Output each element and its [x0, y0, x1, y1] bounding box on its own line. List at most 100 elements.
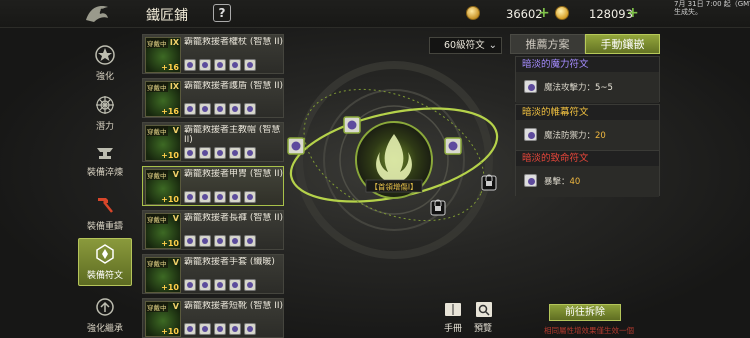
- equipped-tag: 穿戴中: [146, 170, 168, 180]
- sidebar-item-rune[interactable]: 裝備符文: [78, 238, 132, 286]
- sidebar-item-inherit[interactable]: 強化繼承: [78, 296, 132, 338]
- list-item[interactable]: 穿戴中 IX +16 霸籠救援者護盾 (智慧 II): [142, 78, 284, 118]
- rune-card-veil[interactable]: 暗淡的帷幕符文 魔法防禦力：20: [515, 104, 660, 151]
- rune-slot: [199, 279, 211, 291]
- enhance-level: +10: [161, 327, 179, 336]
- equipment-name: 霸籠救援者權杖 (智慧 II): [184, 37, 284, 47]
- list-item[interactable]: 穿戴中 V +10 霸籠救援者短靴 (智慧 II): [142, 298, 284, 338]
- equipment-name: 霸籠救援者護盾 (智慧 II): [184, 81, 284, 91]
- list-item[interactable]: 穿戴中 IX +16 霸籠救援者權杖 (智慧 II): [142, 34, 284, 74]
- equipment-thumbnail: 穿戴中 IX +16: [145, 37, 181, 73]
- equipped-tag: 穿戴中: [146, 38, 168, 48]
- rune-slot: [184, 59, 196, 71]
- sidebar-item-reforge[interactable]: 裝備重鑄: [78, 194, 132, 238]
- rune-slot: [199, 59, 211, 71]
- top-bar: 鐵匠鋪 ? 36602 + 128093 + 7月 31日 7:00 起（GMT…: [0, 0, 750, 28]
- equipment-name: 霸籠救援者長褲 (智慧 II): [184, 213, 284, 223]
- equipment-thumbnail: 穿戴中 V +10: [145, 257, 181, 293]
- add-gem-button[interactable]: +: [627, 6, 639, 20]
- rune-slot: [229, 323, 241, 335]
- rune-slot: [229, 59, 241, 71]
- tier-badge: V: [172, 170, 179, 179]
- rune-body: 魔法攻擊力：5~5: [516, 72, 659, 103]
- inherit-icon: [96, 298, 114, 316]
- rune-slots: [184, 103, 256, 116]
- rune-slot: [199, 191, 211, 203]
- rune-slot: [184, 103, 196, 115]
- rune-slot: [214, 235, 226, 247]
- rune-slot: [229, 235, 241, 247]
- rune-slot: [214, 103, 226, 115]
- sidebar-item-enhance[interactable]: 強化: [78, 44, 132, 88]
- tab-recommended[interactable]: 推薦方案: [510, 34, 585, 54]
- tier-badge: V: [172, 126, 179, 135]
- sidebar-item-label: 強化繼承: [86, 324, 123, 334]
- rune-slot: [184, 147, 196, 159]
- rune-slots: [184, 59, 256, 72]
- go-remove-button[interactable]: 前往拆除: [549, 304, 621, 321]
- rune-slot: [184, 235, 196, 247]
- level-filter-dropdown[interactable]: 60級符文 ⌄: [429, 37, 502, 54]
- rune-slot: [229, 279, 241, 291]
- equipment-name: 霸籠救援者手套 (纖暖): [184, 257, 275, 267]
- equipment-name: 霸籠救援者甲胄 (智慧 II): [184, 169, 284, 179]
- preview-label: 預覽: [474, 324, 493, 334]
- sidebar-item-label: 裝備淬煉: [86, 168, 123, 178]
- gem-coin-icon: [555, 6, 569, 20]
- handbook-button[interactable]: [443, 302, 463, 320]
- rune-title: 暗淡的魔力符文: [522, 59, 589, 70]
- enhance-level: +10: [161, 195, 179, 204]
- hammer-icon: [98, 198, 113, 213]
- set-effect-note: 相同屬性增效果僅生效一個: [544, 326, 634, 335]
- rune-slot: [229, 191, 241, 203]
- rune-stat-value: 5~5: [595, 83, 613, 93]
- anvil-icon: [97, 148, 113, 159]
- rune-slot: [244, 323, 256, 335]
- help-button[interactable]: ?: [213, 4, 231, 22]
- rune-slot: [214, 279, 226, 291]
- rune-stat: 暴擊：40: [544, 175, 580, 187]
- tier-badge: V: [172, 258, 179, 267]
- equipment-thumbnail: 穿戴中 V +10: [145, 301, 181, 337]
- rune-stat-label: 魔法防禦力：: [544, 131, 596, 141]
- equipment-thumbnail: 穿戴中 V +10: [145, 169, 181, 205]
- list-item[interactable]: 穿戴中 V +10 霸籠救援者主教帽 (智慧 II): [142, 122, 284, 162]
- rune-title: 暗淡的帷幕符文: [522, 107, 589, 118]
- equipped-tag: 穿戴中: [146, 214, 168, 224]
- rune-slot: [184, 323, 196, 335]
- sidebar: 強化 潛力 裝備淬煉 裝備重鑄 裝備符文 強化繼承: [72, 28, 134, 338]
- rune-slot: [214, 323, 226, 335]
- rune-card-magic[interactable]: 暗淡的魔力符文 魔法攻擊力：5~5: [515, 56, 660, 103]
- rune-stat-label: 魔法攻擊力：: [544, 83, 596, 93]
- list-item[interactable]: 穿戴中 V +10 霸籠救援者手套 (纖暖): [142, 254, 284, 294]
- rune-card-lethal[interactable]: 暗淡的致命符文 暴擊：40: [515, 150, 660, 197]
- magnifier-icon: [476, 302, 492, 317]
- set-bonus-label: 【首領增傷Ⅰ】: [370, 182, 417, 192]
- rune-title: 暗淡的致命符文: [522, 153, 589, 164]
- equipped-tag: 穿戴中: [146, 82, 168, 92]
- smithy-screen: 鐵匠鋪 ? 36602 + 128093 + 7月 31日 7:00 起（GMT…: [0, 0, 750, 338]
- preview-button[interactable]: [475, 302, 495, 320]
- book-icon: [445, 303, 461, 316]
- tier-badge: V: [172, 302, 179, 311]
- handbook-label: 手冊: [444, 324, 463, 334]
- list-item-selected[interactable]: 穿戴中 V +10 霸籠救援者甲胄 (智慧 II): [142, 166, 284, 206]
- enhance-level: +10: [161, 239, 179, 248]
- sidebar-item-potential[interactable]: 潛力: [78, 94, 132, 138]
- rune-slot: [244, 235, 256, 247]
- page-title: 鐵匠鋪: [146, 8, 188, 24]
- rune-slot: [199, 147, 211, 159]
- rune-slot: [229, 103, 241, 115]
- sidebar-item-refine[interactable]: 裝備淬煉: [78, 140, 132, 184]
- rune-slot: [184, 191, 196, 203]
- rune-icon: [96, 244, 114, 264]
- rune-stat: 魔法防禦力：20: [544, 129, 606, 141]
- list-item[interactable]: 穿戴中 V +10 霸籠救援者長褲 (智慧 II): [142, 210, 284, 250]
- tab-manual-inlay[interactable]: 手動鑲嵌: [585, 34, 660, 54]
- equipped-tag: 穿戴中: [146, 126, 168, 136]
- rune-slot: [199, 103, 211, 115]
- rune-slot: [244, 59, 256, 71]
- add-gold-button[interactable]: +: [538, 6, 550, 20]
- equipment-list: 穿戴中 IX +16 霸籠救援者權杖 (智慧 II) 穿戴中 IX +16 霸籠…: [142, 34, 284, 338]
- rune-slot: [199, 323, 211, 335]
